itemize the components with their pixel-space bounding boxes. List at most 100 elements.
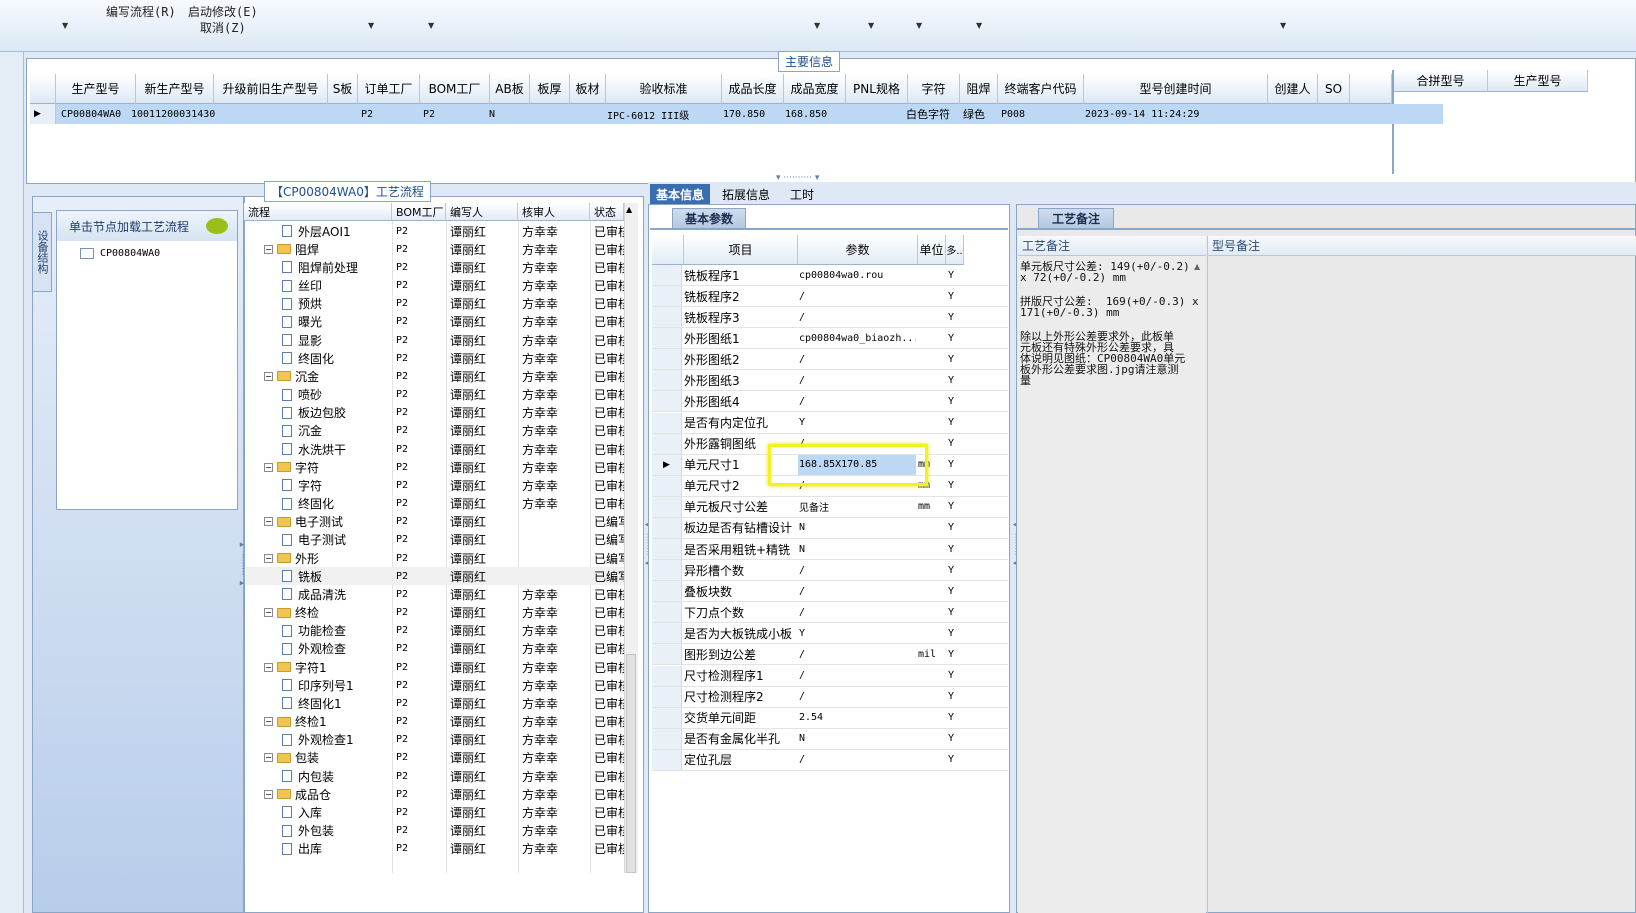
tree-row[interactable]: − 电子测试 P2 谭丽红 已编写 [246, 513, 636, 531]
param-value[interactable]: / [798, 581, 916, 601]
col-status[interactable]: 状态 [590, 203, 624, 221]
param-value[interactable]: / [798, 370, 916, 390]
collapse-icon[interactable]: − [264, 371, 273, 381]
collapse-icon[interactable]: − [264, 717, 273, 727]
col-merge-model[interactable]: 合拼型号 [1394, 70, 1488, 92]
param-row[interactable]: 外形图纸2 / Y [652, 349, 1008, 371]
param-row[interactable]: 外形图纸4 / Y [652, 391, 1008, 413]
param-value[interactable]: Y [798, 623, 916, 643]
col-s-board[interactable]: S板 [328, 74, 358, 104]
tree-row[interactable]: − 阻焊 P2 谭丽红 方幸幸 已审核 [246, 240, 636, 258]
dropdown-arrow-icon[interactable]: ▼ [868, 21, 874, 30]
toolbar-cancel-button[interactable]: 取消(Z) [200, 19, 246, 36]
collapse-icon[interactable]: − [264, 789, 273, 799]
tree-row[interactable]: − 终检1 P2 谭丽红 方幸幸 已审核 [246, 713, 636, 731]
tree-row[interactable]: 曝光 P2 谭丽红 方幸幸 已审核 [246, 313, 636, 331]
tree-row[interactable]: 显影 P2 谭丽红 方幸幸 已审核 [246, 331, 636, 349]
tab-basic-info[interactable]: 基本信息 [650, 184, 711, 204]
tree-row[interactable]: − 外形 P2 谭丽红 已编写 [246, 549, 636, 567]
tree-row[interactable]: 板边包胶 P2 谭丽红 方幸幸 已审核 [246, 404, 636, 422]
tab-extended-info[interactable]: 拓展信息 [716, 184, 776, 204]
dropdown-arrow-icon[interactable]: ▼ [368, 21, 374, 30]
tree-row[interactable]: 铣板 P2 谭丽红 已编写 [246, 567, 636, 586]
col-standard[interactable]: 验收标准 [606, 74, 722, 104]
param-value[interactable]: / [798, 602, 916, 622]
param-row[interactable]: 叠板块数 / Y [652, 581, 1008, 603]
param-value[interactable]: / [798, 560, 916, 580]
param-row[interactable]: 图形到边公差 / mil Y [652, 644, 1008, 666]
collapse-icon[interactable]: − [264, 244, 273, 254]
tab-work-hours[interactable]: 工时 [784, 184, 820, 204]
param-value[interactable]: N [798, 518, 916, 538]
collapse-icon[interactable]: − [264, 462, 273, 472]
tree-row[interactable]: 喷砂 P2 谭丽红 方幸幸 已审核 [246, 386, 636, 404]
param-row[interactable]: 定位孔层 / Y [652, 749, 1008, 771]
tree-row[interactable]: 外包装 P2 谭丽红 方幸幸 已审核 [246, 822, 636, 840]
param-row[interactable]: 外形图纸3 / Y [652, 370, 1008, 392]
col-material[interactable]: 板材 [570, 74, 606, 104]
param-value[interactable]: cp00804wa0_biaozh... [798, 328, 916, 348]
tree-row[interactable]: 电子测试 P2 谭丽红 已编写 [246, 531, 636, 549]
dropdown-arrow-icon[interactable]: ▼ [1280, 21, 1286, 30]
dropdown-arrow-icon[interactable]: ▼ [62, 21, 68, 30]
tree-row[interactable]: 外层AOI1 P2 谭丽红 方幸幸 已审核 [246, 222, 636, 240]
param-row[interactable]: 尺寸检测程序2 / Y [652, 686, 1008, 708]
param-row[interactable]: 是否有金属化半孔 N Y [652, 728, 1008, 750]
scroll-up-icon[interactable]: ▲ [626, 205, 632, 214]
param-value[interactable]: 见备注 [798, 497, 916, 517]
param-value[interactable]: / [798, 666, 916, 686]
col-created-time[interactable]: 型号创建时间 [1084, 74, 1268, 104]
dropdown-arrow-icon[interactable]: ▼ [814, 21, 820, 30]
col-pnl[interactable]: PNL规格 [846, 74, 908, 104]
col-ab-board[interactable]: AB板 [490, 74, 530, 104]
subtab-basic-params[interactable]: 基本参数 [672, 208, 746, 228]
param-value[interactable]: / [798, 307, 916, 327]
tree-row[interactable]: 外观检查 P2 谭丽红 方幸幸 已审核 [246, 640, 636, 658]
collapse-icon[interactable]: − [264, 517, 273, 527]
tree-row[interactable]: 功能检查 P2 谭丽红 方幸幸 已审核 [246, 622, 636, 640]
col-char[interactable]: 字符 [908, 74, 960, 104]
param-value[interactable]: Y [798, 413, 916, 433]
param-row[interactable]: 单元板尺寸公差 见备注 mm Y [652, 496, 1008, 518]
tree-row[interactable]: 水洗烘干 P2 谭丽红 方幸幸 已审核 [246, 440, 636, 458]
param-value[interactable]: N [798, 539, 916, 559]
col-reviewer[interactable]: 核审人 [518, 203, 590, 221]
param-row[interactable]: 外形图纸1 cp00804wa0_biaozh... Y [652, 328, 1008, 350]
col-so[interactable]: SO [1318, 74, 1350, 104]
dropdown-arrow-icon[interactable]: ▼ [916, 21, 922, 30]
tree-row[interactable]: − 包装 P2 谭丽红 方幸幸 已审核 [246, 749, 636, 767]
col-customer[interactable]: 终端客户代码 [998, 74, 1084, 104]
collapse-icon[interactable]: − [264, 753, 273, 763]
param-value[interactable]: / [798, 644, 916, 664]
tree-row[interactable]: 字符 P2 谭丽红 方幸幸 已审核 [246, 476, 636, 494]
collapse-icon[interactable]: − [264, 608, 273, 618]
tree-row[interactable]: 入库 P2 谭丽红 方幸幸 已审核 [246, 803, 636, 821]
col-writer[interactable]: 编写人 [446, 203, 518, 221]
collapse-icon[interactable]: − [264, 553, 273, 563]
dropdown-arrow-icon[interactable]: ▼ [428, 21, 434, 30]
col-unit[interactable]: 单位 [918, 235, 946, 265]
scroll-up-icon[interactable]: ▲ [1194, 262, 1200, 271]
tree-row[interactable]: 印序列号1 P2 谭丽红 方幸幸 已审核 [246, 676, 636, 694]
param-value[interactable]: / [798, 391, 916, 411]
param-row[interactable]: 是否采用粗铣+精铣 N Y [652, 539, 1008, 561]
tree-row[interactable]: 阻焊前处理 P2 谭丽红 方幸幸 已审核 [246, 258, 636, 276]
param-row[interactable]: 铣板程序3 / Y [652, 307, 1008, 329]
col-old-prod-model[interactable]: 升级前旧生产型号 [214, 74, 328, 104]
tree-row[interactable]: 沉金 P2 谭丽红 方幸幸 已审核 [246, 422, 636, 440]
tree-row[interactable]: − 终检 P2 谭丽红 方幸幸 已审核 [246, 604, 636, 622]
col-flow[interactable]: 流程 [244, 203, 392, 221]
tree-row[interactable]: 预烘 P2 谭丽红 方幸幸 已审核 [246, 295, 636, 313]
param-row[interactable]: 铣板程序2 / Y [652, 286, 1008, 308]
subtab-process-notes[interactable]: 工艺备注 [1038, 208, 1114, 228]
toolbar-start-modify-button[interactable]: 启动修改(E) [188, 3, 258, 20]
col-thickness[interactable]: 板厚 [530, 74, 570, 104]
param-value[interactable]: / [798, 687, 916, 707]
tree-row[interactable]: − 字符1 P2 谭丽红 方幸幸 已审核 [246, 658, 636, 676]
param-row[interactable]: 下刀点个数 / Y [652, 602, 1008, 624]
col-new-prod-model[interactable]: 新生产型号 [136, 74, 214, 104]
tree-row[interactable]: 出库 P2 谭丽红 方幸幸 已审核 [246, 840, 636, 858]
tree-row[interactable]: 终固化1 P2 谭丽红 方幸幸 已审核 [246, 694, 636, 712]
tree-row[interactable]: − 字符 P2 谭丽红 方幸幸 已审核 [246, 458, 636, 476]
param-value[interactable]: 2.54 [798, 708, 916, 728]
